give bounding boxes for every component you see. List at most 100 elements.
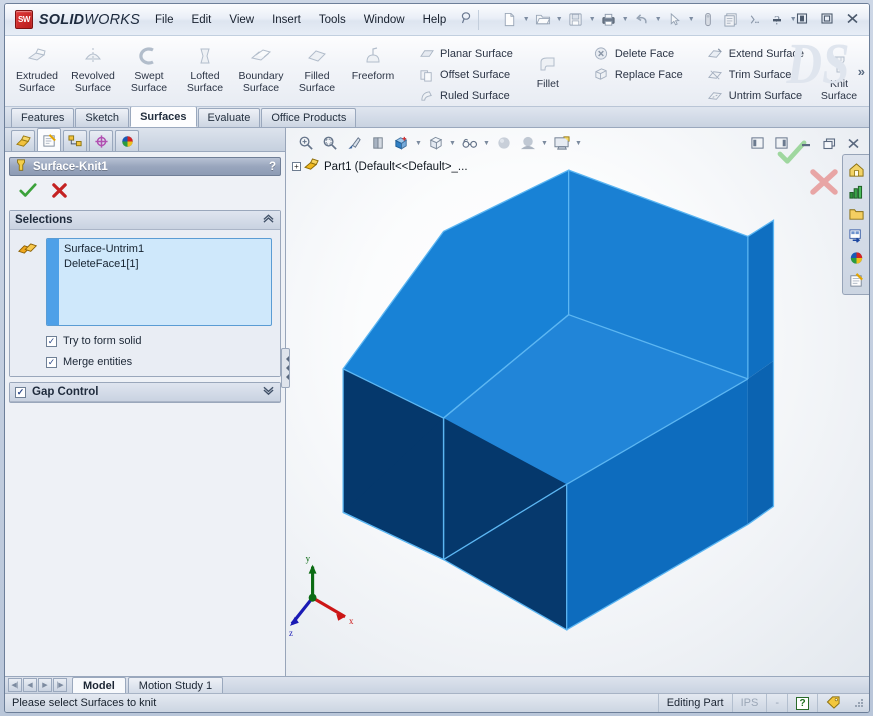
hide-show-dropdown-icon[interactable]: ▼ [482,140,491,147]
try-to-form-solid-checkbox[interactable]: ✓ [46,336,57,347]
apply-scene-button[interactable] [516,132,539,154]
options-button[interactable] [719,8,742,31]
extend-surface-button[interactable]: Extend Surface [704,43,811,64]
display-manager-tab[interactable] [115,130,139,151]
3d-model-viewport[interactable]: x y z [286,128,869,676]
gap-control-header[interactable]: ✓ Gap Control [10,383,280,402]
resize-grip-icon[interactable] [853,697,865,709]
view-settings-button[interactable] [550,132,573,154]
design-library-button[interactable] [846,181,867,202]
file-explorer-button[interactable] [846,203,867,224]
filled-surface-button[interactable]: Filled Surface [289,40,345,94]
nav-prev-button[interactable]: ◀ [23,678,37,692]
replace-face-button[interactable]: Replace Face [590,64,690,85]
offset-surface-button[interactable]: Offset Surface [415,64,520,85]
panel-splitter-handle[interactable] [281,348,290,388]
customize-button[interactable] [742,8,765,31]
tab-model[interactable]: Model [72,677,126,693]
section-view-button[interactable] [366,132,389,154]
confirmation-cancel-button[interactable] [809,168,839,203]
display-style-button[interactable] [424,132,447,154]
trim-surface-button[interactable]: Trim Surface [704,64,811,85]
chevron-up-icon[interactable] [262,213,275,227]
selection-item-1[interactable]: DeleteFace1[1] [64,257,266,272]
view-orientation-button[interactable] [390,132,413,154]
chevron-down-icon[interactable] [262,385,275,399]
tile-right-button[interactable] [770,132,793,154]
doc-restore-button[interactable] [818,132,841,154]
pm-cancel-button[interactable] [51,182,68,204]
nav-next-button[interactable]: ▶ [38,678,52,692]
fillet-button[interactable]: Fillet [520,48,576,90]
display-style-dropdown-icon[interactable]: ▼ [448,140,457,147]
menu-item-window[interactable]: Window [355,10,414,30]
view-orientation-dropdown-icon[interactable]: ▼ [414,140,423,147]
print-button[interactable] [597,8,620,31]
previous-view-button[interactable] [342,132,365,154]
property-manager-help-button[interactable]: ? [269,161,276,173]
extruded-surface-button[interactable]: Extruded Surface [9,40,65,94]
units-cell[interactable]: IPS [732,694,767,712]
hide-show-items-button[interactable] [458,132,481,154]
tree-expand-button[interactable]: + [292,162,301,171]
menu-item-edit[interactable]: Edit [183,10,221,30]
select-button[interactable] [663,8,686,31]
nav-last-button[interactable]: |▶ [53,678,67,692]
doc-minimize-button[interactable] [794,132,817,154]
ribbon-overflow-button[interactable]: » [858,64,865,79]
lofted-surface-button[interactable]: Lofted Surface [177,40,233,94]
nav-first-button[interactable]: ◀| [8,678,22,692]
pm-ok-button[interactable] [19,182,37,204]
boundary-surface-button[interactable]: Boundary Surface [233,40,289,94]
selections-header[interactable]: Selections [10,211,280,230]
menu-item-view[interactable]: View [220,10,263,30]
tab-sketch[interactable]: Sketch [75,108,129,127]
custom-properties-button[interactable] [846,269,867,290]
pin-icon[interactable] [459,11,473,28]
doc-close-button[interactable] [842,132,865,154]
untrim-surface-button[interactable]: Untrim Surface [704,85,811,106]
selection-list[interactable]: Surface-Untrim1 DeleteFace1[1] [46,238,272,326]
tag-icon[interactable] [826,695,841,712]
tab-surfaces[interactable]: Surfaces [130,106,196,127]
close-button[interactable] [841,8,863,28]
zoom-to-area-button[interactable] [318,132,341,154]
try-to-form-solid-row[interactable]: ✓ Try to form solid [16,335,272,347]
configuration-manager-tab[interactable] [63,130,87,151]
tab-motion-study-1[interactable]: Motion Study 1 [128,677,223,693]
edit-appearance-button[interactable] [492,132,515,154]
minimize-button[interactable] [766,8,788,28]
maximize-button[interactable] [816,8,838,28]
planar-surface-button[interactable]: Planar Surface [415,43,520,64]
rebuild-button[interactable] [696,8,719,31]
menu-item-insert[interactable]: Insert [263,10,310,30]
appearances-scenes-button[interactable] [846,247,867,268]
flyout-feature-tree[interactable]: + Part1 (Default<<Default>_... [292,158,468,175]
restore-button[interactable] [791,8,813,28]
tab-evaluate[interactable]: Evaluate [198,108,261,127]
zoom-to-fit-button[interactable] [294,132,317,154]
feature-tree-tab[interactable] [11,130,35,151]
select-dropdown-icon[interactable]: ▼ [686,16,696,23]
graphics-area[interactable]: ▼ ▼ ▼ ▼ ▼ [286,128,869,676]
tree-root-label[interactable]: Part1 (Default<<Default>_... [324,161,468,173]
open-document-button[interactable] [531,8,554,31]
save-button[interactable] [564,8,587,31]
tab-features[interactable]: Features [11,108,74,127]
apply-scene-dropdown-icon[interactable]: ▼ [540,140,549,147]
selection-item-0[interactable]: Surface-Untrim1 [64,242,266,257]
save-dropdown-icon[interactable]: ▼ [587,16,597,23]
revolved-surface-button[interactable]: Revolved Surface [65,40,121,94]
freeform-button[interactable]: Freeform [345,40,401,82]
undo-button[interactable] [630,8,653,31]
view-palette-button[interactable] [846,225,867,246]
new-document-dropdown-icon[interactable]: ▼ [521,16,531,23]
delete-face-button[interactable]: Delete Face [590,43,690,64]
new-document-button[interactable] [498,8,521,31]
merge-entities-row[interactable]: ✓ Merge entities [16,356,272,368]
print-dropdown-icon[interactable]: ▼ [620,16,630,23]
open-document-dropdown-icon[interactable]: ▼ [554,16,564,23]
menu-item-file[interactable]: File [146,10,183,30]
tab-office-products[interactable]: Office Products [261,108,356,127]
tile-left-button[interactable] [746,132,769,154]
